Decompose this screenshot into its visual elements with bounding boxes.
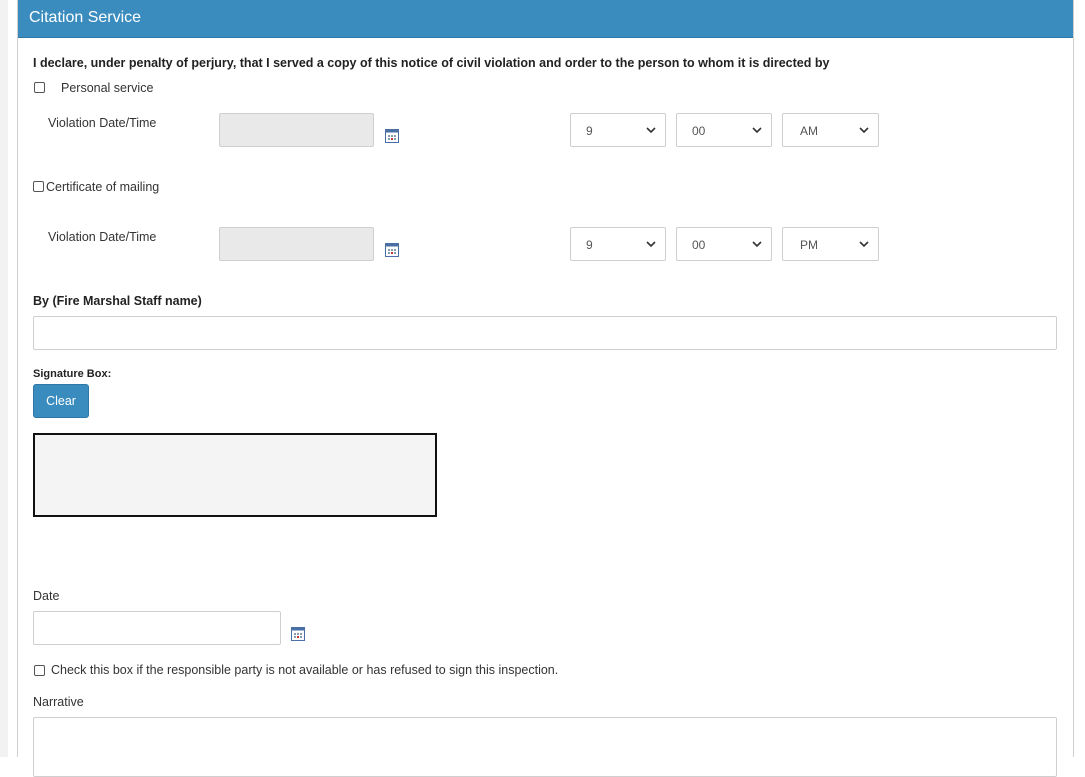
- violation-date-input-1[interactable]: [219, 113, 374, 147]
- chevron-down-icon: [859, 241, 869, 248]
- chevron-down-icon: [646, 241, 656, 248]
- ampm-select-2[interactable]: PM: [782, 227, 879, 261]
- narrative-textarea[interactable]: [33, 717, 1057, 777]
- narrative-label: Narrative: [33, 695, 84, 709]
- refused-to-sign-checkbox[interactable]: [34, 665, 45, 676]
- personal-service-checkbox[interactable]: [34, 82, 45, 93]
- chevron-down-icon: [646, 127, 656, 134]
- minute-value-2: 00: [692, 238, 706, 252]
- calendar-icon[interactable]: [385, 129, 399, 143]
- ampm-select-1[interactable]: AM: [782, 113, 879, 147]
- hour-select-2[interactable]: 9: [570, 227, 666, 261]
- ampm-value-1: AM: [800, 124, 818, 138]
- signature-pad[interactable]: [33, 433, 437, 517]
- signature-label: Signature Box:: [33, 368, 112, 380]
- calendar-icon[interactable]: [385, 243, 399, 257]
- minute-value-1: 00: [692, 124, 706, 138]
- staff-name-input[interactable]: [33, 316, 1057, 350]
- certificate-mailing-label: Certificate of mailing: [46, 180, 160, 194]
- ampm-value-2: PM: [800, 238, 818, 252]
- personal-service-label: Personal service: [61, 81, 154, 95]
- minute-select-2[interactable]: 00: [676, 227, 772, 261]
- clear-button[interactable]: Clear: [33, 384, 89, 418]
- chevron-down-icon: [859, 127, 869, 134]
- chevron-down-icon: [752, 127, 762, 134]
- refused-to-sign-label: Check this box if the responsible party …: [51, 663, 559, 677]
- panel-title: Citation Service: [29, 9, 142, 26]
- hour-value-1: 9: [586, 124, 593, 138]
- minute-select-1[interactable]: 00: [676, 113, 772, 147]
- certificate-mailing-checkbox[interactable]: [33, 181, 44, 192]
- panel-header: Citation Service: [18, 0, 1073, 38]
- staff-name-label: By (Fire Marshal Staff name): [33, 294, 202, 308]
- page-gutter: [0, 0, 8, 757]
- calendar-icon[interactable]: [291, 627, 305, 641]
- declaration-text: I declare, under penalty of perjury, tha…: [33, 56, 830, 70]
- hour-value-2: 9: [586, 238, 593, 252]
- date-label: Date: [33, 589, 60, 603]
- chevron-down-icon: [752, 241, 762, 248]
- hour-select-1[interactable]: 9: [570, 113, 666, 147]
- violation-datetime-label-2: Violation Date/Time: [48, 230, 157, 244]
- violation-datetime-label-1: Violation Date/Time: [48, 116, 157, 130]
- date-input[interactable]: [33, 611, 281, 645]
- violation-date-input-2[interactable]: [219, 227, 374, 261]
